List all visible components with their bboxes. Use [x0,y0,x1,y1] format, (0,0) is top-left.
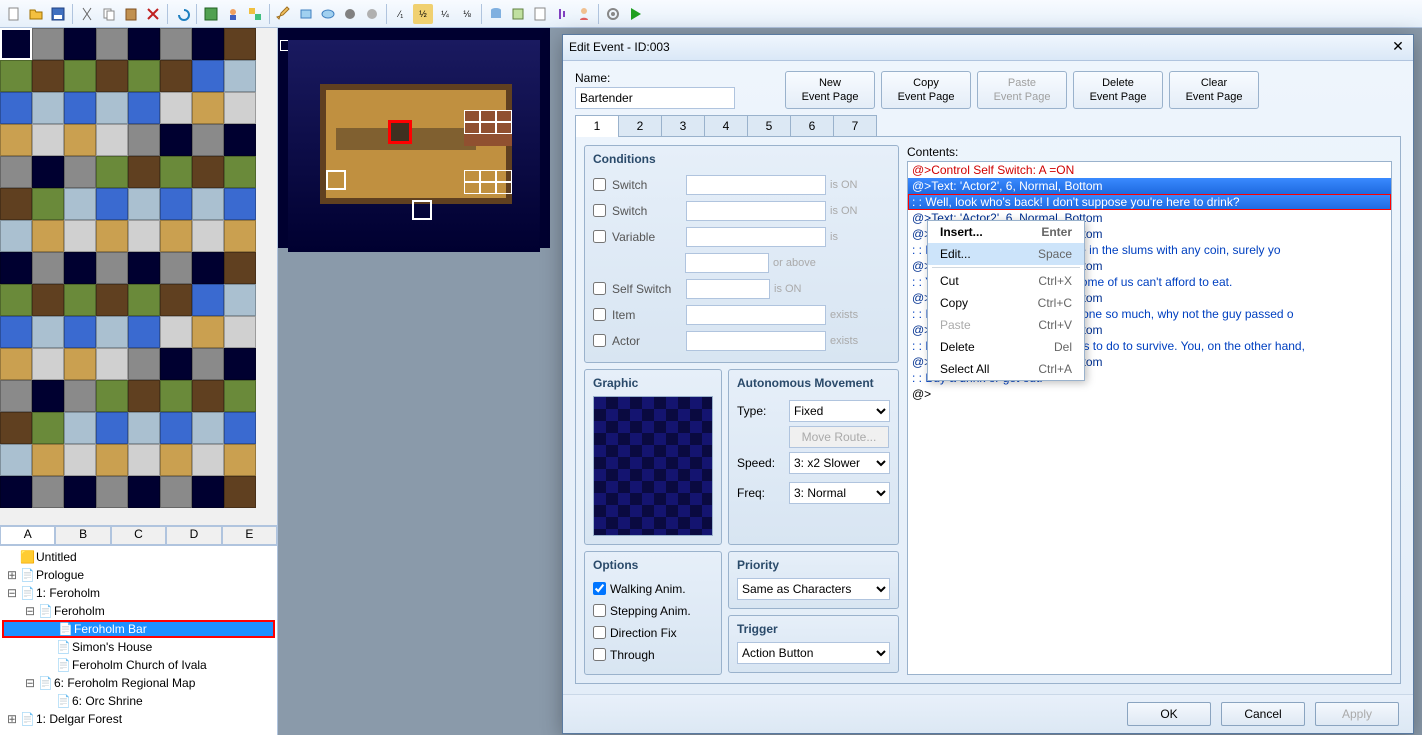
page-btn-copy[interactable]: CopyEvent Page [881,71,971,109]
tree-item[interactable]: 🟨Untitled [2,548,275,566]
tool-open[interactable] [26,4,46,24]
tool-zoom-1-2[interactable]: ½ [413,4,433,24]
priority-group: Priority Same as Characters [728,551,899,609]
event-tab-4[interactable]: 4 [704,115,748,137]
event-command-line[interactable]: @>Control Self Switch: A =ON [908,162,1391,178]
tool-zoom-1-8[interactable]: ⅛ [457,4,477,24]
tree-item[interactable]: ⊞📄Prologue [2,566,275,584]
dialog-titlebar[interactable]: Edit Event - ID:003 ✕ [563,35,1413,61]
event-tab-5[interactable]: 5 [747,115,791,137]
name-label: Name: [575,71,735,85]
page-btn-paste[interactable]: PasteEvent Page [977,71,1067,109]
graphic-group: Graphic [584,369,722,545]
event-tab-7[interactable]: 7 [833,115,877,137]
tool-delete[interactable] [143,4,163,24]
tree-item[interactable]: 📄Feroholm Church of Ivala [2,656,275,674]
tool-pencil[interactable] [274,4,294,24]
tool-save[interactable] [48,4,68,24]
priority-select[interactable]: Same as Characters [737,578,890,600]
tool-rect[interactable] [296,4,316,24]
toolbar: ⁄₁ ½ ¼ ⅛ [0,0,1422,28]
ctx-copy[interactable]: CopyCtrl+C [928,292,1084,314]
tile-tab-B[interactable]: B [55,526,110,545]
movement-group: Autonomous Movement Type:Fixed Move Rout… [728,369,899,545]
tool-shadow[interactable] [362,4,382,24]
ctx-paste[interactable]: PasteCtrl+V [928,314,1084,336]
tool-database[interactable] [486,4,506,24]
tree-item[interactable]: ⊟📄6: Feroholm Regional Map [2,674,275,692]
context-menu: Insert...EnterEdit...Space CutCtrl+XCopyC… [927,220,1085,381]
tile-tab-D[interactable]: D [166,526,221,545]
tool-zoom-1-1[interactable]: ⁄₁ [391,4,411,24]
tool-map-mode[interactable] [201,4,221,24]
tool-script[interactable] [530,4,550,24]
tileset-palette[interactable] [0,28,277,525]
tool-cut[interactable] [77,4,97,24]
apply-button[interactable]: Apply [1315,702,1399,726]
contents-label: Contents: [907,145,1392,159]
tree-item[interactable]: 📄Feroholm Bar [2,620,275,638]
tile-tabs: ABCDE [0,525,277,545]
move-freq-select[interactable]: 3: Normal [789,482,890,504]
tile-tab-A[interactable]: A [0,526,55,545]
move-speed-select[interactable]: 3: x2 Slower [789,452,890,474]
tool-sound[interactable] [552,4,572,24]
event-command-line[interactable]: @>Text: 'Actor2', 6, Normal, Bottom [908,178,1391,194]
tool-new[interactable] [4,4,24,24]
tool-copy[interactable] [99,4,119,24]
tool-ellipse[interactable] [318,4,338,24]
move-type-select[interactable]: Fixed [789,400,890,422]
dialog-title-text: Edit Event - ID:003 [569,40,1389,54]
tree-item[interactable]: ⊟📄Feroholm [2,602,275,620]
trigger-group: Trigger Action Button [728,615,899,673]
tree-item[interactable]: 📄Simon's House [2,638,275,656]
tool-play[interactable] [625,4,645,24]
page-btn-new[interactable]: NewEvent Page [785,71,875,109]
event-tab-1[interactable]: 1 [575,115,619,137]
event-command-line[interactable]: @> [908,386,1391,402]
tool-region-mode[interactable] [245,4,265,24]
tool-fill[interactable] [340,4,360,24]
graphic-preview[interactable] [593,396,713,536]
event-tab-6[interactable]: 6 [790,115,834,137]
tree-item[interactable]: 📄6: Orc Shrine [2,692,275,710]
event-command-line[interactable]: : : Well, look who's back! I don't suppo… [908,194,1391,210]
tool-zoom-1-4[interactable]: ¼ [435,4,455,24]
ctx-insert[interactable]: Insert...Enter [928,221,1084,243]
ctx-edit[interactable]: Edit...Space [928,243,1084,265]
event-tab-2[interactable]: 2 [618,115,662,137]
tree-item[interactable]: ⊞📄1: Delgar Forest [2,710,275,728]
ctx-cut[interactable]: CutCtrl+X [928,270,1084,292]
map-tree[interactable]: 🟨Untitled⊞📄Prologue⊟📄1: Feroholm⊟📄Feroho… [0,545,277,735]
tile-tab-E[interactable]: E [222,526,277,545]
tool-character[interactable] [574,4,594,24]
ctx-delete[interactable]: DeleteDel [928,336,1084,358]
tool-paste[interactable] [121,4,141,24]
tool-settings[interactable] [603,4,623,24]
tile-tab-C[interactable]: C [111,526,166,545]
page-btn-delete[interactable]: DeleteEvent Page [1073,71,1163,109]
edit-event-dialog: Edit Event - ID:003 ✕ Name: NewEvent Pag… [562,34,1414,734]
tree-item[interactable]: ⊟📄1: Feroholm [2,584,275,602]
move-route-button[interactable]: Move Route... [789,426,889,448]
conditions-group: Conditions Switchis ONSwitchis ONVariabl… [584,145,899,363]
page-btn-clear[interactable]: ClearEvent Page [1169,71,1259,109]
close-icon[interactable]: ✕ [1389,38,1407,56]
trigger-select[interactable]: Action Button [737,642,890,664]
tool-undo[interactable] [172,4,192,24]
ok-button[interactable]: OK [1127,702,1211,726]
left-panel: ABCDE 🟨Untitled⊞📄Prologue⊟📄1: Feroholm⊟📄… [0,28,278,735]
options-group: Options Walking Anim.Stepping Anim.Direc… [584,551,722,675]
event-tab-3[interactable]: 3 [661,115,705,137]
ctx-selectall[interactable]: Select AllCtrl+A [928,358,1084,380]
cancel-button[interactable]: Cancel [1221,702,1305,726]
event-name-input[interactable] [575,87,735,109]
tool-resource[interactable] [508,4,528,24]
tool-event-mode[interactable] [223,4,243,24]
